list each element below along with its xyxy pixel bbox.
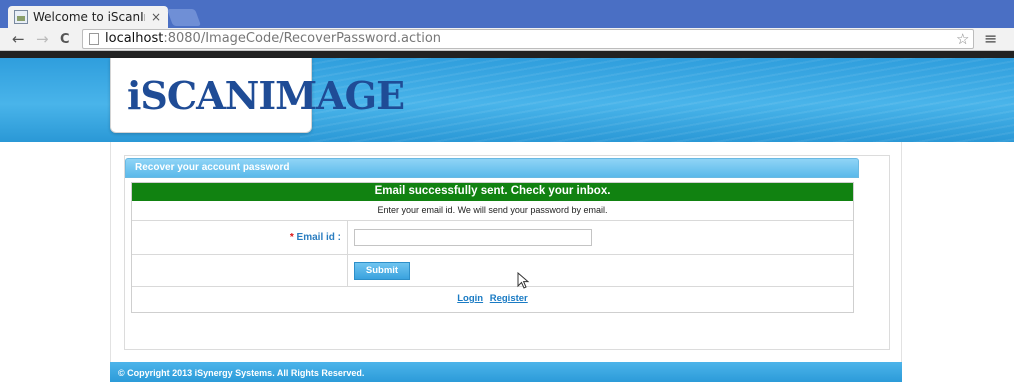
submit-row: Submit xyxy=(132,255,853,287)
email-input[interactable] xyxy=(354,229,592,246)
reload-icon[interactable]: C xyxy=(60,32,70,47)
url-host: localhost xyxy=(105,31,164,46)
register-link[interactable]: Register xyxy=(490,293,528,304)
main-content: Recover your account password Email succ… xyxy=(110,142,902,362)
success-message: Email successfully sent. Check your inbo… xyxy=(132,183,853,201)
page-icon xyxy=(89,33,99,45)
tab-title: Welcome to iScanImag xyxy=(33,10,145,24)
tab-close-icon[interactable]: × xyxy=(151,10,161,24)
column-divider xyxy=(347,255,348,286)
browser-tab[interactable]: Welcome to iScanImag × xyxy=(8,6,168,28)
header-top-bar xyxy=(0,51,1014,58)
new-tab-button[interactable] xyxy=(166,9,202,26)
page-favicon-icon xyxy=(14,10,28,24)
email-label: * Email id : xyxy=(132,221,341,255)
banner-wave-pattern xyxy=(300,58,1014,142)
browser-tabstrip: Welcome to iScanImag × xyxy=(0,0,1014,28)
bookmark-star-icon[interactable]: ☆ xyxy=(956,30,969,48)
login-link[interactable]: Login xyxy=(457,293,483,304)
instruction-text: Enter your email id. We will send your p… xyxy=(132,201,853,221)
browser-toolbar: ← → C localhost:8080/ImageCode/RecoverPa… xyxy=(0,28,1014,51)
forward-arrow-icon[interactable]: → xyxy=(36,30,49,48)
back-arrow-icon[interactable]: ← xyxy=(12,30,25,48)
links-row: Login Register xyxy=(132,287,853,312)
required-mark: * xyxy=(289,232,294,243)
site-logo: iSCANIMAGE xyxy=(127,73,405,118)
recover-form: Email successfully sent. Check your inbo… xyxy=(131,182,854,313)
menu-icon[interactable]: ≡ xyxy=(984,29,997,48)
column-divider xyxy=(347,221,348,254)
email-label-text: Email id : xyxy=(296,232,341,243)
email-row: * Email id : xyxy=(132,221,853,255)
panel-title: Recover your account password xyxy=(125,158,859,178)
mouse-cursor-icon xyxy=(517,272,530,289)
logo-text-image: IMAGE xyxy=(258,73,405,118)
logo-text-scan: iSCAN xyxy=(127,73,259,118)
url-path: :8080/ImageCode/RecoverPassword.action xyxy=(163,31,442,46)
address-bar[interactable]: localhost:8080/ImageCode/RecoverPassword… xyxy=(82,29,974,49)
logo-container[interactable]: iSCANIMAGE xyxy=(110,58,405,133)
footer-copyright: © Copyright 2013 iSynergy Systems. All R… xyxy=(110,362,902,382)
submit-button[interactable]: Submit xyxy=(354,262,410,280)
